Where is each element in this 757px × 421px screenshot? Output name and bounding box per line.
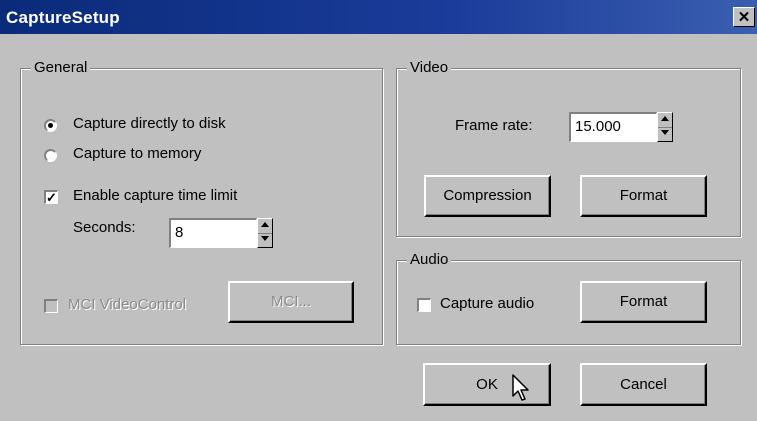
frame-rate-label: Frame rate: <box>455 117 533 134</box>
radio-selected-dot <box>48 123 53 128</box>
window-title: CaptureSetup <box>6 8 120 27</box>
seconds-spin-down[interactable] <box>258 234 272 248</box>
mci-videocontrol-checkbox <box>44 299 58 313</box>
capture-to-memory-radio[interactable] <box>44 149 57 162</box>
video-group: Video Frame rate: 15.000 Compression For… <box>396 59 741 237</box>
seconds-label: Seconds: <box>73 219 136 236</box>
title-bar: CaptureSetup ✕ <box>0 0 757 34</box>
audio-group: Audio Capture audio Format <box>396 251 741 345</box>
capture-audio-checkbox[interactable] <box>417 298 431 312</box>
capture-to-memory-label[interactable]: Capture to memory <box>73 145 201 162</box>
close-icon[interactable]: ✕ <box>733 7 755 27</box>
frame-rate-spin-up[interactable] <box>658 113 672 128</box>
frame-rate-spin-icon[interactable] <box>657 112 673 142</box>
capture-to-disk-radio[interactable] <box>44 119 57 132</box>
audio-format-button[interactable]: Format <box>580 281 707 323</box>
audio-legend: Audio <box>407 251 452 269</box>
seconds-spin-up[interactable] <box>258 219 272 234</box>
seconds-spin-icon[interactable] <box>257 218 273 248</box>
video-legend: Video <box>407 59 452 77</box>
video-format-button[interactable]: Format <box>580 175 707 217</box>
mci-button: MCI... <box>228 281 354 323</box>
capture-audio-label[interactable]: Capture audio <box>440 295 534 312</box>
general-legend: General <box>31 59 91 77</box>
seconds-input[interactable]: 8 <box>169 218 257 248</box>
arrow-cursor-icon <box>512 374 529 401</box>
compression-button[interactable]: Compression <box>424 175 551 217</box>
capture-to-disk-label[interactable]: Capture directly to disk <box>73 115 226 132</box>
mci-videocontrol-label: MCI VideoControl <box>68 296 187 313</box>
general-group: General Capture directly to disk Capture… <box>20 59 383 345</box>
frame-rate-spin-down[interactable] <box>658 128 672 142</box>
time-limit-label[interactable]: Enable capture time limit <box>73 187 237 204</box>
time-limit-checkbox[interactable]: ✓ <box>44 190 58 204</box>
frame-rate-input[interactable]: 15.000 <box>569 112 657 142</box>
cancel-button[interactable]: Cancel <box>580 363 707 406</box>
